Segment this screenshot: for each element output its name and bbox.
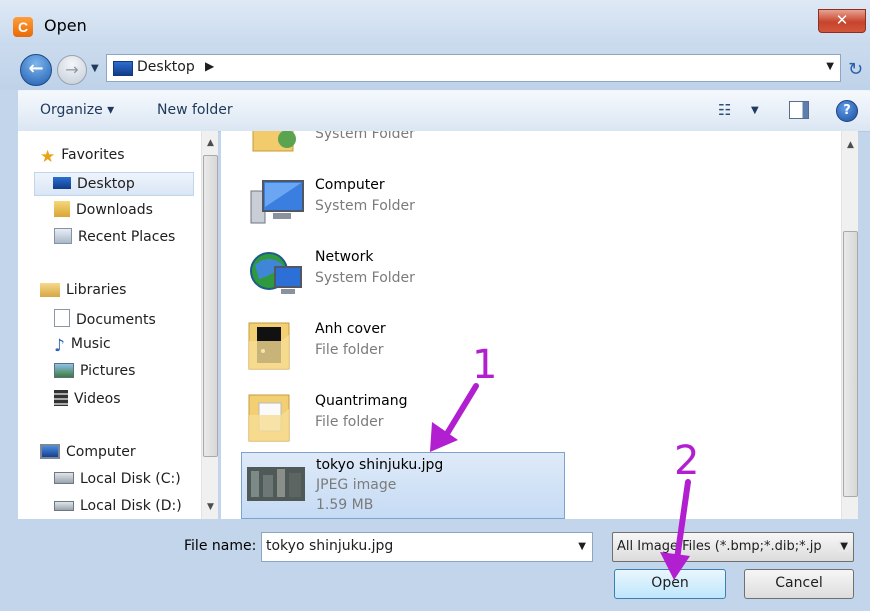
annotation-arrows bbox=[430, 383, 691, 580]
arrow-2-head bbox=[660, 552, 690, 580]
open-dialog: C Open ✕ ← → ▼ Desktop ▶ ▼ ↻ Organize ▾ … bbox=[0, 0, 870, 611]
arrow-2-line bbox=[673, 479, 691, 569]
